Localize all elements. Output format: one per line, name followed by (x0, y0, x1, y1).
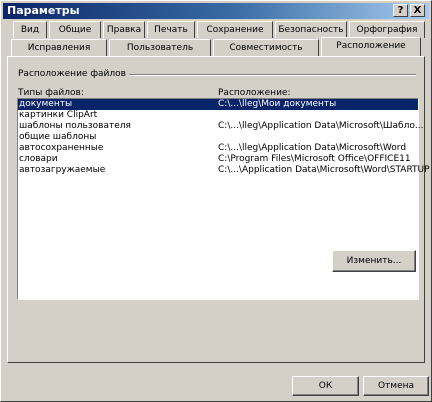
tab-file-locations[interactable]: Расположение (321, 37, 421, 56)
tab-edit[interactable]: Правка (103, 21, 145, 38)
options-dialog: Параметры ? X Вид Общие Правка Печать Со… (0, 0, 432, 402)
tab-spelling[interactable]: Орфография (349, 21, 425, 38)
list-item[interactable]: шаблоны пользователя C:\...\lleg\Applica… (18, 121, 423, 132)
help-button[interactable]: ? (393, 4, 408, 17)
tab-track-changes[interactable]: Исправления (11, 39, 107, 56)
tab-security[interactable]: Безопасность (275, 21, 347, 38)
column-header-file-type: Типы файлов: (18, 88, 84, 98)
tab-save[interactable]: Сохранение (197, 21, 273, 38)
modify-button[interactable]: Изменить... (332, 250, 416, 272)
file-locations-panel: Расположение файлов Типы файлов: Располо… (7, 56, 430, 363)
group-divider (98, 74, 416, 76)
list-item[interactable]: автосохраненные C:\...\lleg\Application … (18, 143, 418, 154)
tab-compatibility[interactable]: Совместимость (213, 39, 319, 56)
column-header-location: Расположение: (218, 88, 291, 98)
group-label: Расположение файлов (18, 69, 129, 79)
tab-print[interactable]: Печать (147, 21, 195, 38)
tab-user-info[interactable]: Пользователь (109, 39, 211, 56)
title-bar[interactable]: Параметры ? X (3, 3, 429, 19)
window-title: Параметры (7, 4, 80, 17)
tab-view[interactable]: Вид (13, 21, 47, 38)
list-item[interactable]: общие шаблоны (18, 132, 418, 143)
list-item[interactable]: документы C:\...\lleg\Мои документы (18, 99, 418, 110)
ok-button[interactable]: ОК (292, 376, 359, 396)
list-item[interactable]: словари C:\Program Files\Microsoft Offic… (18, 154, 418, 165)
list-item[interactable]: автозагружаемые C:\...\Application Data\… (18, 165, 430, 176)
tab-general[interactable]: Общие (49, 21, 101, 38)
close-button[interactable]: X (410, 4, 425, 17)
list-item[interactable]: картинки ClipArt (18, 110, 418, 121)
cancel-button[interactable]: Отмена (363, 376, 429, 396)
